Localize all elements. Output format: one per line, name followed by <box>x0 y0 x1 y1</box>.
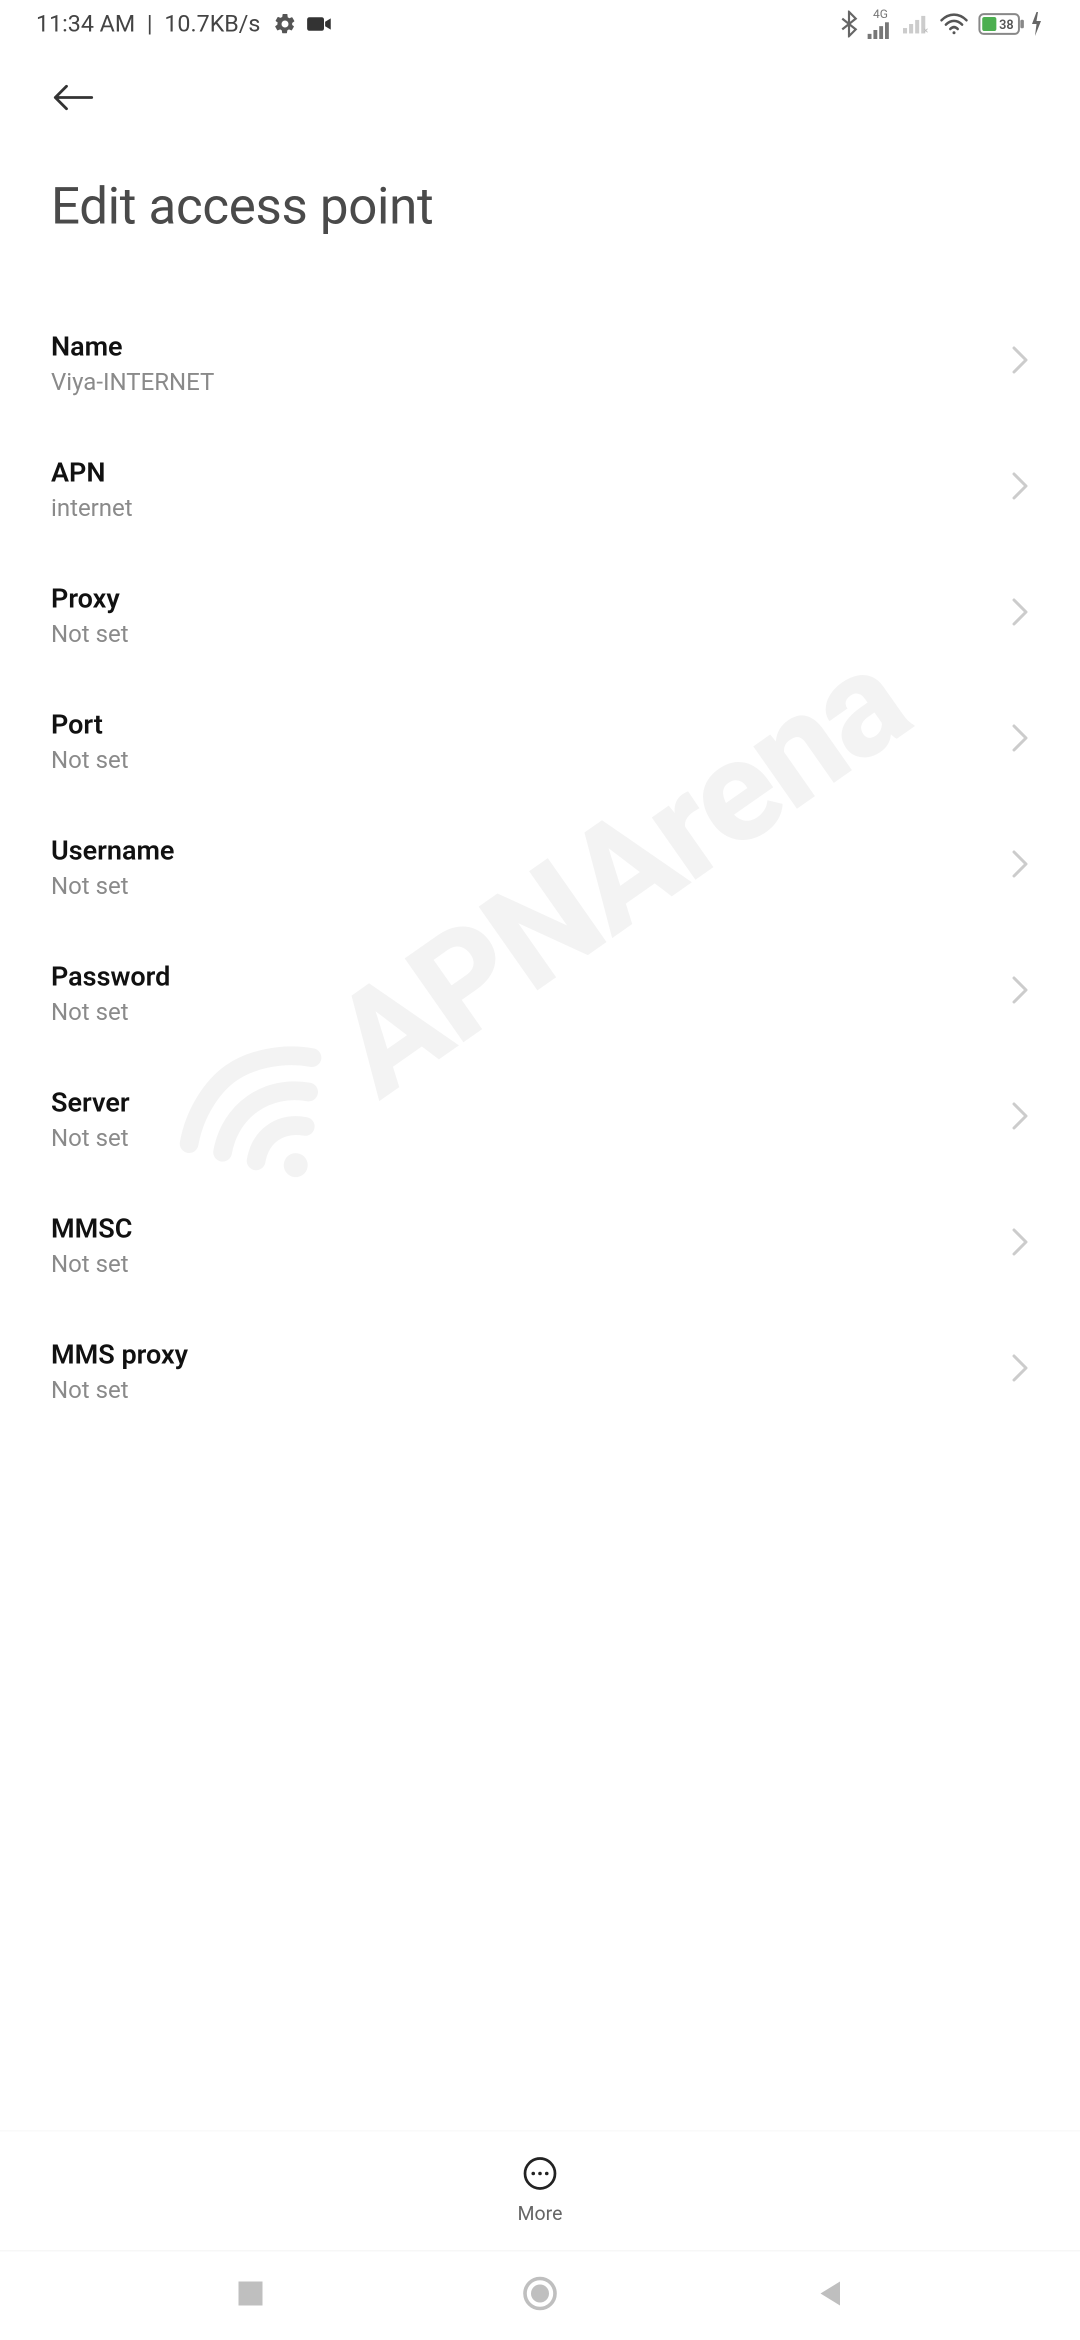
row-value: internet <box>51 493 133 522</box>
video-icon <box>305 14 332 35</box>
row-mmsc[interactable]: MMSC Not set <box>51 1182 1029 1308</box>
nav-recent-button[interactable] <box>230 2276 269 2315</box>
navigation-bar <box>0 2250 1080 2340</box>
status-bar: 11:34 AM | 10.7KB/s 4G × 38 <box>0 0 1080 48</box>
row-label: Name <box>51 331 214 363</box>
row-value: Viya-INTERNET <box>51 367 214 396</box>
row-mms-proxy[interactable]: MMS proxy Not set <box>51 1308 1029 1434</box>
svg-text:38: 38 <box>999 18 1013 33</box>
triangle-left-icon <box>816 2278 843 2314</box>
row-value: Not set <box>51 871 174 900</box>
row-label: Port <box>51 709 129 741</box>
chevron-right-icon <box>1011 471 1029 507</box>
arrow-left-icon <box>53 83 95 113</box>
bottom-action-bar: More <box>0 2130 1080 2250</box>
row-port[interactable]: Port Not set <box>51 678 1029 804</box>
battery-icon: 38 <box>978 12 1044 36</box>
row-value: Not set <box>51 619 129 648</box>
more-icon <box>522 2156 558 2198</box>
row-label: Username <box>51 835 174 867</box>
row-username[interactable]: Username Not set <box>51 804 1029 930</box>
chevron-right-icon <box>1011 975 1029 1011</box>
page-header: Edit access point <box>0 48 1080 237</box>
chevron-right-icon <box>1011 849 1029 885</box>
svg-text:×: × <box>923 25 928 34</box>
row-label: APN <box>51 457 133 489</box>
row-value: Not set <box>51 1249 132 1278</box>
signal-4g-icon: 4G <box>867 9 894 39</box>
settings-list: Name Viya-INTERNET APN internet Proxy No… <box>0 300 1080 1434</box>
status-time: 11:34 AM <box>36 11 135 38</box>
row-value: Not set <box>51 745 129 774</box>
settings-icon <box>272 12 296 36</box>
row-label: Server <box>51 1087 130 1119</box>
circle-icon <box>522 2275 558 2317</box>
nav-back-button[interactable] <box>810 2276 849 2315</box>
row-value: Not set <box>51 1375 188 1404</box>
nav-home-button[interactable] <box>520 2276 559 2315</box>
square-icon <box>236 2279 263 2312</box>
row-label: Password <box>51 961 170 993</box>
row-label: Proxy <box>51 583 129 615</box>
row-value: Not set <box>51 1123 130 1152</box>
chevron-right-icon <box>1011 1101 1029 1137</box>
row-proxy[interactable]: Proxy Not set <box>51 552 1029 678</box>
signal-secondary-icon: × <box>903 14 930 35</box>
chevron-right-icon <box>1011 1227 1029 1263</box>
more-button[interactable]: More <box>518 2156 563 2227</box>
chevron-right-icon <box>1011 345 1029 381</box>
status-divider: | <box>141 11 158 38</box>
more-label: More <box>518 2204 563 2227</box>
row-label: MMSC <box>51 1213 132 1245</box>
status-speed: 10.7KB/s <box>164 11 260 38</box>
page-title: Edit access point <box>51 177 1029 237</box>
chevron-right-icon <box>1011 1353 1029 1389</box>
row-label: MMS proxy <box>51 1339 188 1371</box>
row-apn[interactable]: APN internet <box>51 426 1029 552</box>
row-password[interactable]: Password Not set <box>51 930 1029 1056</box>
row-name[interactable]: Name Viya-INTERNET <box>51 300 1029 426</box>
row-server[interactable]: Server Not set <box>51 1056 1029 1182</box>
wifi-icon <box>939 12 969 36</box>
chevron-right-icon <box>1011 723 1029 759</box>
back-button[interactable] <box>51 75 96 120</box>
chevron-right-icon <box>1011 597 1029 633</box>
row-value: Not set <box>51 997 170 1026</box>
bluetooth-icon <box>840 11 858 38</box>
